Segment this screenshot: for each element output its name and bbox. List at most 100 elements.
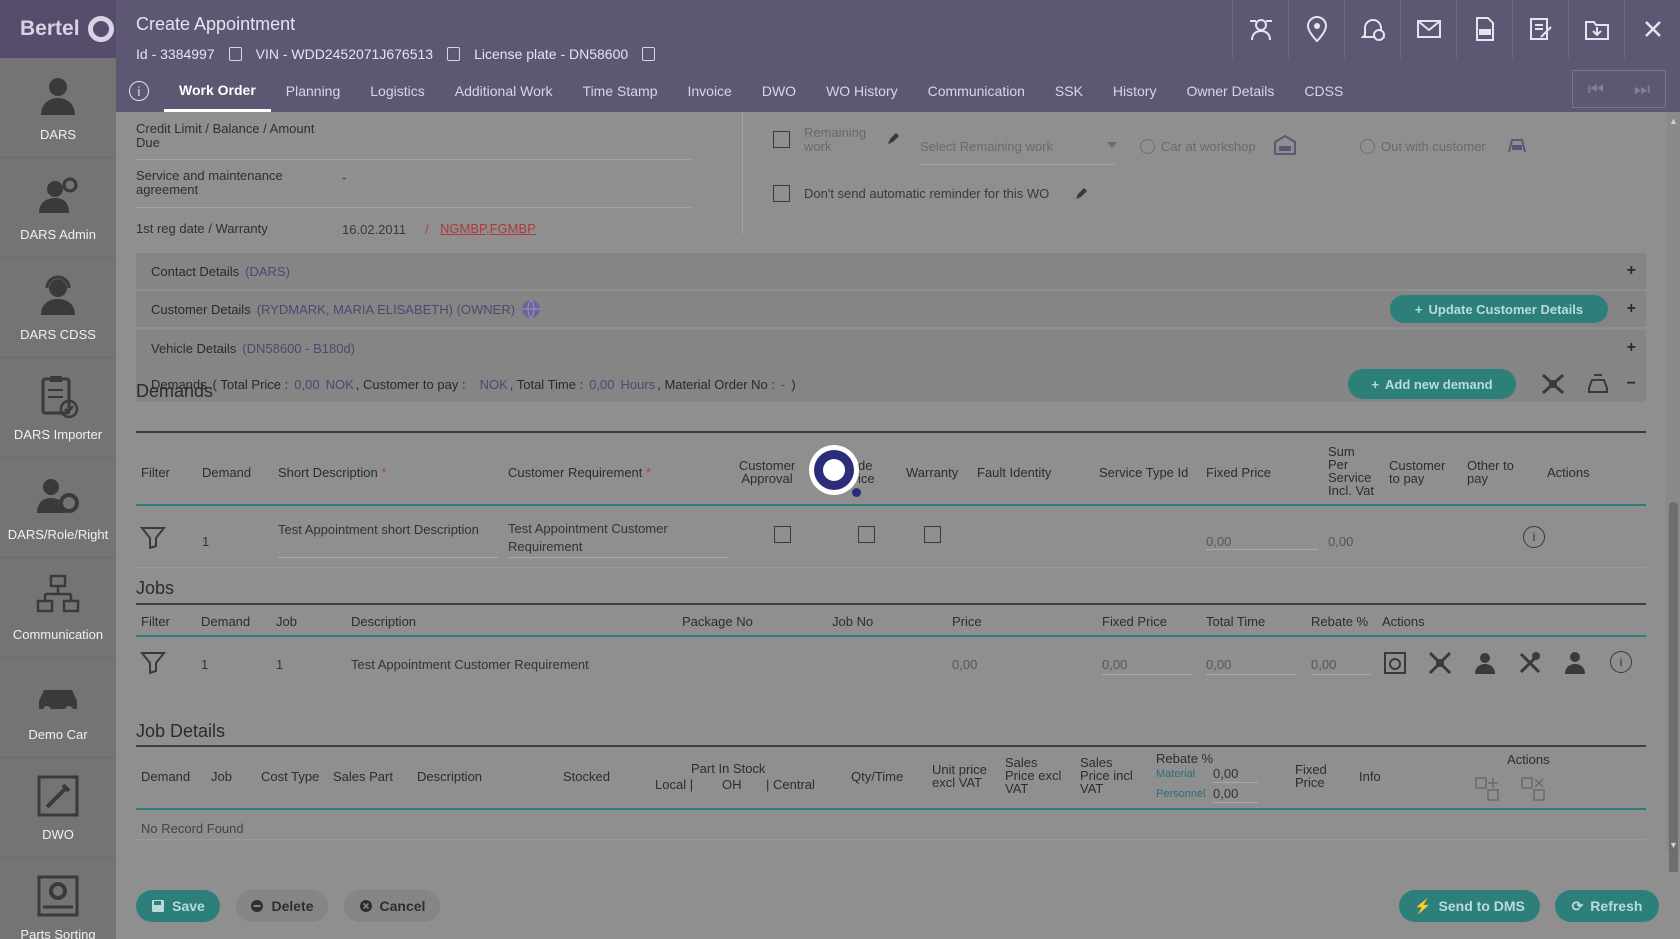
filter-icon[interactable] <box>140 525 166 549</box>
map-pin-icon <box>1306 16 1327 43</box>
material-label: Material <box>1156 768 1196 780</box>
demands-summary-row[interactable]: Demands ( Total Price : 0,00 NOK , Custo… <box>136 366 1646 402</box>
customer-requirement-field[interactable]: Test Appointment Customer Requirement <box>508 520 728 556</box>
update-customer-details-button[interactable]: + Update Customer Details <box>1390 295 1608 323</box>
remaining-work-select[interactable]: Select Remaining work <box>920 139 1053 154</box>
copy-id-icon[interactable] <box>228 47 242 61</box>
scroll-down-icon[interactable]: ▼ <box>1669 840 1678 850</box>
sidebar-item-dars[interactable]: DARS <box>0 58 116 158</box>
sidebar-item-parts-sorting[interactable]: Parts Sorting <box>0 858 116 939</box>
tab-dwo[interactable]: DWO <box>747 70 811 112</box>
transfer-user-button[interactable] <box>1232 0 1288 58</box>
tab-communication[interactable]: Communication <box>913 70 1040 112</box>
job-rebate-input[interactable]: 0,00 <box>1311 657 1336 672</box>
mail-button[interactable] <box>1400 0 1456 58</box>
material-rebate-input[interactable]: 0,00 <box>1213 766 1238 781</box>
warranty-link[interactable]: NGMBP,FGMBP <box>440 221 536 236</box>
chevron-down-icon[interactable] <box>1107 142 1117 148</box>
warranty-checkbox[interactable] <box>924 526 941 543</box>
mechanic-icon[interactable] <box>1472 650 1498 676</box>
collapse-icon[interactable]: − <box>1627 375 1636 393</box>
tools-cross-icon[interactable] <box>1540 372 1566 396</box>
sidebar-item-dars-admin[interactable]: DARS Admin <box>0 158 116 258</box>
reminder-button[interactable] <box>1344 0 1400 58</box>
expand-icon[interactable]: + <box>1627 262 1636 280</box>
work-order-content: Credit Limit / Balance / Amount Due Serv… <box>116 112 1666 872</box>
add-new-demand-button[interactable]: + Add new demand <box>1348 369 1516 399</box>
filter-icon[interactable] <box>140 650 166 674</box>
job-details-section-title: Job Details <box>136 721 226 741</box>
job-demand-number: 1 <box>201 657 209 672</box>
tab-wo-history[interactable]: WO History <box>811 70 913 112</box>
location-button[interactable] <box>1288 0 1344 58</box>
send-to-dms-button[interactable]: ⚡ Send to DMS <box>1399 890 1540 922</box>
pencil-icon[interactable] <box>1074 187 1088 201</box>
job-fixed-price-input[interactable]: 0,00 <box>1102 657 1127 672</box>
pdf-button[interactable] <box>1456 0 1512 58</box>
mechanic-car-icon[interactable] <box>1562 650 1588 676</box>
customer-details-row[interactable]: Customer Details (RYDMARK, MARIA ELISABE… <box>136 291 1646 327</box>
refresh-button[interactable]: ⟳ Refresh <box>1555 890 1659 922</box>
out-with-customer-radio[interactable] <box>1360 139 1375 154</box>
remaining-work-checkbox[interactable] <box>773 131 790 148</box>
cancel-button[interactable]: Cancel <box>344 890 440 922</box>
close-button[interactable] <box>1624 0 1680 58</box>
tab-work-order[interactable]: Work Order <box>164 70 271 112</box>
tab-history[interactable]: History <box>1098 70 1172 112</box>
tab-ssk[interactable]: SSK <box>1040 70 1098 112</box>
sidebar-item-dars-role-right[interactable]: DARS/Role/Right <box>0 458 116 558</box>
sidebar-item-communication[interactable]: Communication <box>0 558 116 658</box>
tab-owner-details[interactable]: Owner Details <box>1171 70 1289 112</box>
tools-add-icon[interactable] <box>1517 650 1543 676</box>
first-record-icon[interactable]: ⏮ <box>1588 79 1604 100</box>
vehicle-details-row[interactable]: Vehicle Details (DN58600 - B180d) + <box>136 330 1646 366</box>
tab-cdss[interactable]: CDSS <box>1289 70 1358 112</box>
sidebar-item-demo-car[interactable]: Demo Car <box>0 658 116 758</box>
col-description: Description <box>351 614 417 629</box>
car-service-icon[interactable] <box>1586 372 1610 396</box>
personnel-rebate-input[interactable]: 0,00 <box>1213 786 1238 801</box>
copy-vin-icon[interactable] <box>447 47 461 61</box>
demands-section-title: Demands <box>136 381 214 401</box>
job-total-time-input[interactable]: 0,00 <box>1206 657 1231 672</box>
tools-cross-icon[interactable] <box>1427 650 1453 676</box>
last-record-icon[interactable]: ⏭ <box>1634 79 1650 100</box>
fixed-price-input[interactable]: 0,00 <box>1206 534 1231 549</box>
add-part-icon[interactable] <box>1474 776 1500 802</box>
sidebar-item-dwo[interactable]: DWO <box>0 758 116 858</box>
tab-time-stamp[interactable]: Time Stamp <box>568 70 673 112</box>
copy-plate-icon[interactable] <box>642 47 656 61</box>
tab-planning[interactable]: Planning <box>271 70 356 112</box>
scroll-up-icon[interactable]: ▲ <box>1669 116 1678 126</box>
expand-icon[interactable]: + <box>1627 339 1636 357</box>
goodwill-checkbox[interactable] <box>858 526 875 543</box>
short-description-field[interactable]: Test Appointment short Description <box>278 522 498 537</box>
pencil-icon[interactable] <box>886 132 900 146</box>
remaining-work-label: Remaining work <box>804 125 867 154</box>
delete-button[interactable]: Delete <box>236 890 328 922</box>
vertical-scrollbar[interactable]: ▲ ▼ <box>1666 112 1680 939</box>
tab-logistics[interactable]: Logistics <box>355 70 439 112</box>
edit-document-button[interactable] <box>1512 0 1568 58</box>
sidebar-item-dars-cdss[interactable]: DARS CDSS <box>0 258 116 358</box>
info-icon[interactable]: i <box>129 81 149 101</box>
tab-invoice[interactable]: Invoice <box>672 70 746 112</box>
globe-icon[interactable] <box>521 299 541 319</box>
car-at-workshop-label: Car at workshop <box>1161 139 1256 154</box>
customer-approval-checkbox[interactable] <box>774 526 791 543</box>
job-package-icon[interactable] <box>1382 650 1408 676</box>
more-actions-icon[interactable]: i <box>1523 526 1545 548</box>
car-at-workshop-radio[interactable] <box>1140 139 1155 154</box>
spinner-ring <box>814 450 854 490</box>
contact-details-row[interactable]: Contact Details (DARS) + <box>136 253 1646 289</box>
more-actions-icon[interactable]: i <box>1610 651 1632 673</box>
no-reminder-checkbox[interactable] <box>773 185 790 202</box>
app-logo[interactable]: Bertel <box>0 0 116 58</box>
save-button[interactable]: Save <box>136 890 220 922</box>
sidebar-item-dars-importer[interactable]: DARS Importer <box>0 358 116 458</box>
folder-download-button[interactable] <box>1568 0 1624 58</box>
tab-additional-work[interactable]: Additional Work <box>440 70 568 112</box>
expand-icon[interactable]: + <box>1627 300 1636 318</box>
close-icon <box>1644 21 1661 37</box>
remove-part-icon[interactable] <box>1520 776 1546 802</box>
